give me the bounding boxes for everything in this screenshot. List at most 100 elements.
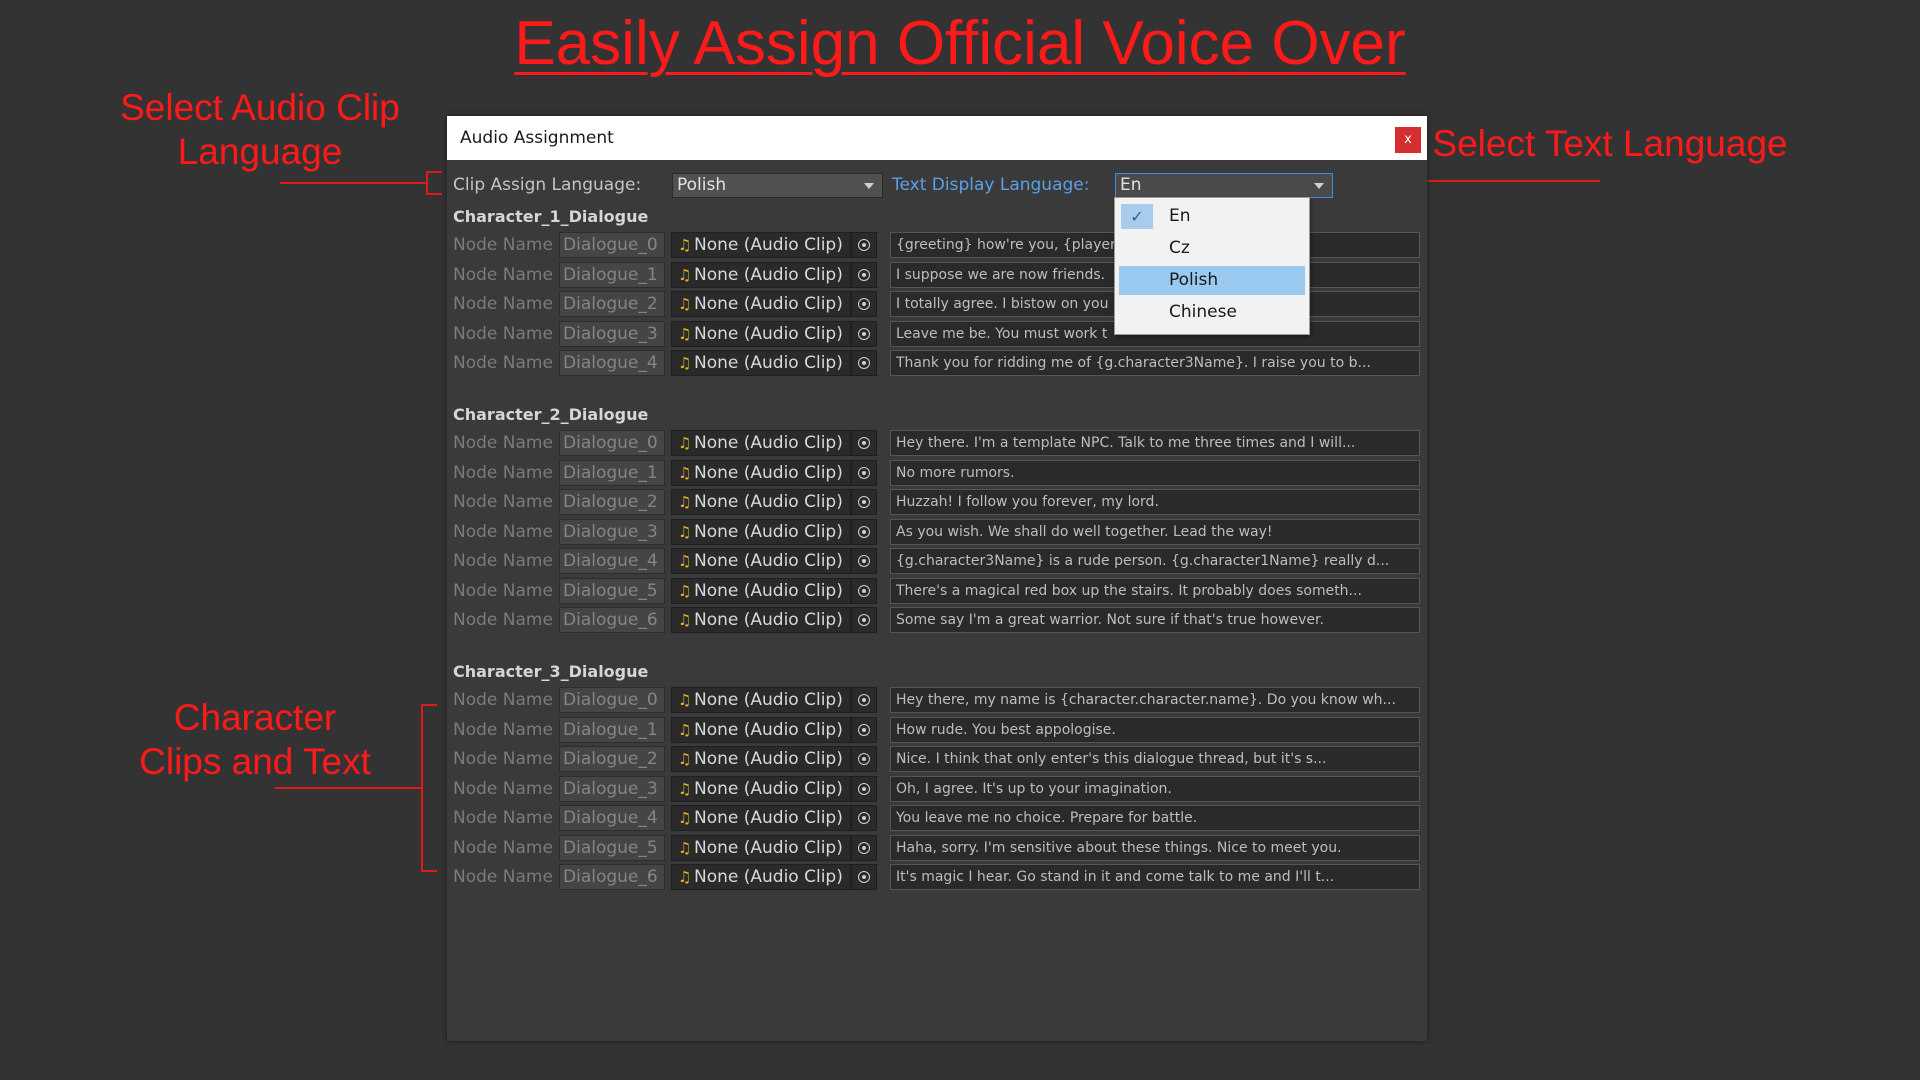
clip-assign-language-label: Clip Assign Language: xyxy=(453,175,642,195)
language-menu-item-chinese[interactable]: Chinese xyxy=(1119,298,1305,327)
node-name-field[interactable]: Dialogue_5 xyxy=(559,835,665,861)
object-picker-icon[interactable] xyxy=(851,430,877,456)
object-picker-icon[interactable] xyxy=(851,489,877,515)
object-picker-icon[interactable] xyxy=(851,232,877,258)
node-name-field[interactable]: Dialogue_3 xyxy=(559,321,665,347)
dialogue-text-field[interactable]: It's magic I hear. Go stand in it and co… xyxy=(890,864,1420,890)
language-menu-item-polish[interactable]: Polish xyxy=(1119,266,1305,295)
object-picker-icon[interactable] xyxy=(851,262,877,288)
audio-clip-field[interactable]: ♫ None (Audio Clip) xyxy=(671,519,851,545)
node-name-field[interactable]: Dialogue_4 xyxy=(559,350,665,376)
audio-clip-field[interactable]: ♫ None (Audio Clip) xyxy=(671,776,851,802)
node-name-field[interactable]: Dialogue_5 xyxy=(559,578,665,604)
object-picker-icon[interactable] xyxy=(851,578,877,604)
audio-clip-field[interactable]: ♫ None (Audio Clip) xyxy=(671,687,851,713)
dialogue-row: Node Name Dialogue_4 ♫ None (Audio Clip) You… xyxy=(447,805,1427,832)
dialogue-text-field[interactable]: There's a magical red box up the stairs.… xyxy=(890,578,1420,604)
node-name-field[interactable]: Dialogue_6 xyxy=(559,864,665,890)
node-name-label: Node Name xyxy=(453,551,553,571)
audio-clip-value: None (Audio Clip) xyxy=(694,492,843,512)
clip-assign-language-value: Polish xyxy=(677,175,727,195)
node-name-field[interactable]: Dialogue_1 xyxy=(559,460,665,486)
close-icon[interactable]: x xyxy=(1404,132,1412,147)
window-title: Audio Assignment xyxy=(460,128,614,148)
object-picker-icon[interactable] xyxy=(851,776,877,802)
object-picker-icon[interactable] xyxy=(851,321,877,347)
language-menu-item-cz[interactable]: Cz xyxy=(1119,234,1305,263)
object-picker-icon[interactable] xyxy=(851,548,877,574)
audio-clip-field[interactable]: ♫ None (Audio Clip) xyxy=(671,489,851,515)
node-name-field[interactable]: Dialogue_2 xyxy=(559,746,665,772)
audio-clip-field[interactable]: ♫ None (Audio Clip) xyxy=(671,548,851,574)
dialogue-text-field[interactable]: Oh, I agree. It's up to your imagination… xyxy=(890,776,1420,802)
node-name-field[interactable]: Dialogue_1 xyxy=(559,717,665,743)
object-picker-icon[interactable] xyxy=(851,835,877,861)
object-picker-icon[interactable] xyxy=(851,805,877,831)
dialogue-text-field[interactable]: Nice. I think that only enter's this dia… xyxy=(890,746,1420,772)
audio-clip-field[interactable]: ♫ None (Audio Clip) xyxy=(671,430,851,456)
node-name-field[interactable]: Dialogue_0 xyxy=(559,687,665,713)
object-picker-icon[interactable] xyxy=(851,864,877,890)
audio-clip-value: None (Audio Clip) xyxy=(694,522,843,542)
dialogue-row: Node Name Dialogue_5 ♫ None (Audio Clip) Hah… xyxy=(447,835,1427,862)
node-name-field[interactable]: Dialogue_4 xyxy=(559,805,665,831)
language-menu-item-en[interactable]: ✓ En xyxy=(1119,202,1305,231)
dialogue-text-field[interactable]: Some say I'm a great warrior. Not sure i… xyxy=(890,607,1420,633)
audio-clip-field[interactable]: ♫ None (Audio Clip) xyxy=(671,321,851,347)
audio-clip-value: None (Audio Clip) xyxy=(694,324,843,344)
dialogue-row: Node Name Dialogue_3 ♫ None (Audio Clip) As … xyxy=(447,519,1427,546)
dialogue-text-field[interactable]: Hey there. I'm a template NPC. Talk to m… xyxy=(890,430,1420,456)
dialogue-text-field[interactable]: Hey there, my name is {character.charact… xyxy=(890,687,1420,713)
object-picker-icon[interactable] xyxy=(851,519,877,545)
node-name-field[interactable]: Dialogue_2 xyxy=(559,291,665,317)
dialogue-text-field[interactable]: Haha, sorry. I'm sensitive about these t… xyxy=(890,835,1420,861)
object-picker-icon[interactable] xyxy=(851,291,877,317)
audio-clip-field[interactable]: ♫ None (Audio Clip) xyxy=(671,864,851,890)
dialogue-text-field[interactable]: Huzzah! I follow you forever, my lord. xyxy=(890,489,1420,515)
dialogue-text-field[interactable]: {g.character3Name} is a rude person. {g.… xyxy=(890,548,1420,574)
object-picker-icon[interactable] xyxy=(851,460,877,486)
dialogue-text-field[interactable]: As you wish. We shall do well together. … xyxy=(890,519,1420,545)
music-note-icon: ♫ xyxy=(678,552,692,570)
object-picker-icon[interactable] xyxy=(851,350,877,376)
audio-clip-field[interactable]: ♫ None (Audio Clip) xyxy=(671,746,851,772)
object-picker-icon[interactable] xyxy=(851,746,877,772)
clip-assign-language-dropdown[interactable]: Polish xyxy=(672,173,883,198)
object-picker-icon[interactable] xyxy=(851,687,877,713)
dialogue-text-field[interactable]: How rude. You best appologise. xyxy=(890,717,1420,743)
audio-clip-field[interactable]: ♫ None (Audio Clip) xyxy=(671,805,851,831)
audio-clip-field[interactable]: ♫ None (Audio Clip) xyxy=(671,232,851,258)
audio-clip-field[interactable]: ♫ None (Audio Clip) xyxy=(671,835,851,861)
dialogue-row: Node Name Dialogue_0 ♫ None (Audio Clip) Hey… xyxy=(447,687,1427,714)
audio-clip-field[interactable]: ♫ None (Audio Clip) xyxy=(671,291,851,317)
audio-clip-field[interactable]: ♫ None (Audio Clip) xyxy=(671,460,851,486)
dialogue-text-field[interactable]: Thank you for ridding me of {g.character… xyxy=(890,350,1420,376)
node-name-field[interactable]: Dialogue_3 xyxy=(559,776,665,802)
dialogue-text-field[interactable]: You leave me no choice. Prepare for batt… xyxy=(890,805,1420,831)
node-name-field[interactable]: Dialogue_0 xyxy=(559,430,665,456)
object-picker-icon[interactable] xyxy=(851,717,877,743)
dialogue-row: Node Name Dialogue_3 ♫ None (Audio Clip) Oh,… xyxy=(447,776,1427,803)
text-display-language-dropdown[interactable]: En xyxy=(1115,173,1333,198)
node-name-label: Node Name xyxy=(453,610,553,630)
node-name-label: Node Name xyxy=(453,324,553,344)
node-name-field[interactable]: Dialogue_0 xyxy=(559,232,665,258)
node-name-field[interactable]: Dialogue_2 xyxy=(559,489,665,515)
object-picker-icon[interactable] xyxy=(851,607,877,633)
node-name-field[interactable]: Dialogue_6 xyxy=(559,607,665,633)
node-name-label: Node Name xyxy=(453,808,553,828)
node-name-label: Node Name xyxy=(453,581,553,601)
music-note-icon: ♫ xyxy=(678,266,692,284)
audio-clip-field[interactable]: ♫ None (Audio Clip) xyxy=(671,578,851,604)
audio-clip-field[interactable]: ♫ None (Audio Clip) xyxy=(671,607,851,633)
close-button[interactable]: x xyxy=(1395,127,1421,153)
node-name-field[interactable]: Dialogue_4 xyxy=(559,548,665,574)
node-name-field[interactable]: Dialogue_1 xyxy=(559,262,665,288)
dialogue-text-field[interactable]: No more rumors. xyxy=(890,460,1420,486)
node-name-label: Node Name xyxy=(453,353,553,373)
audio-clip-field[interactable]: ♫ None (Audio Clip) xyxy=(671,717,851,743)
audio-clip-field[interactable]: ♫ None (Audio Clip) xyxy=(671,350,851,376)
node-name-field[interactable]: Dialogue_3 xyxy=(559,519,665,545)
audio-clip-field[interactable]: ♫ None (Audio Clip) xyxy=(671,262,851,288)
node-name-label: Node Name xyxy=(453,463,553,483)
